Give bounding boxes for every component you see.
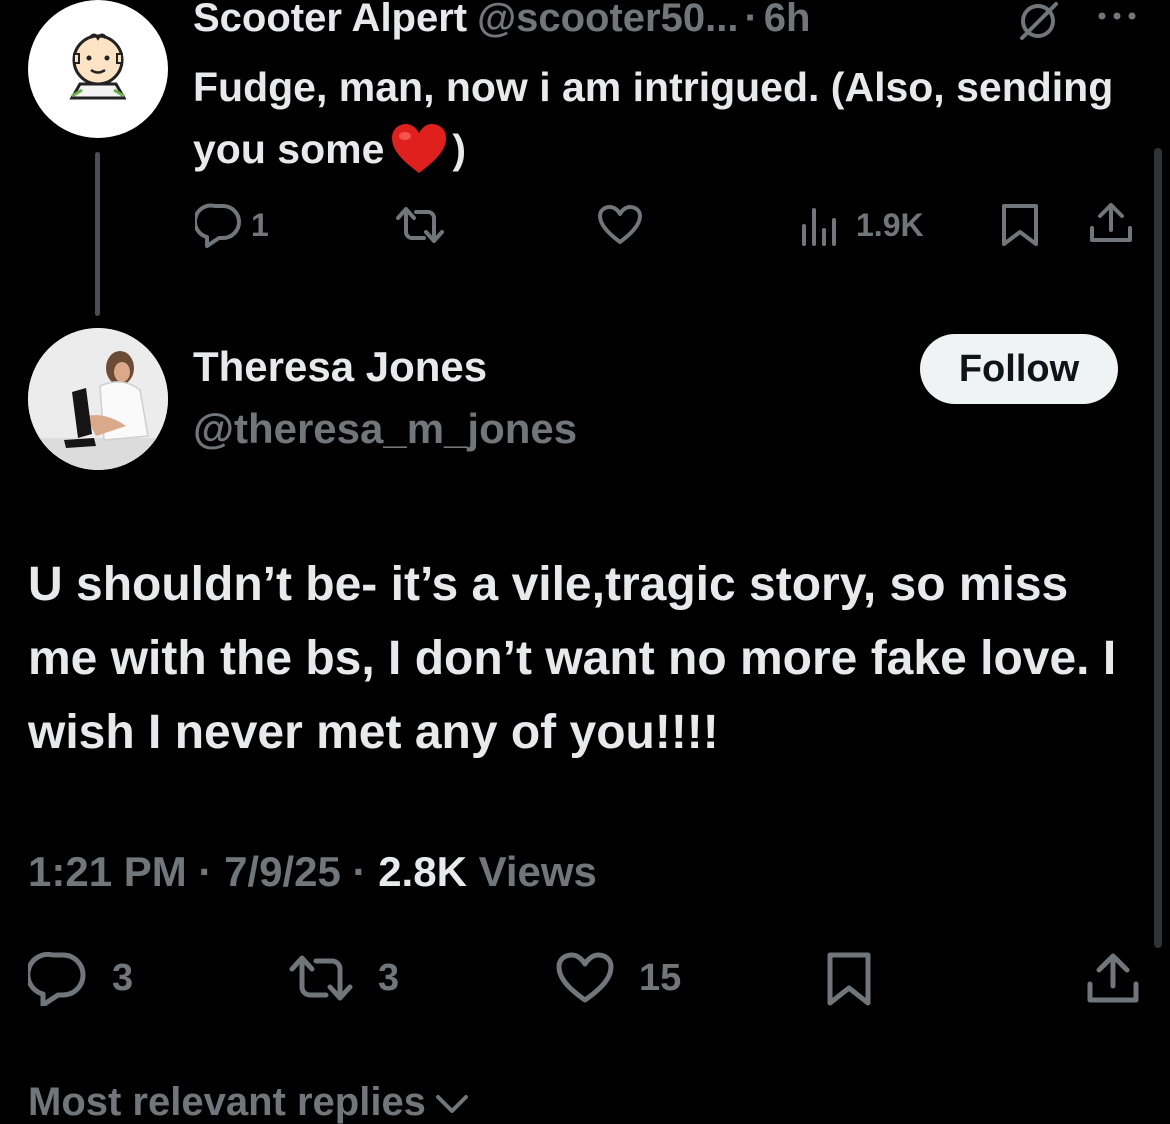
replies-sort-dropdown[interactable]: Most relevant replies (28, 1080, 472, 1124)
tweet-date[interactable]: 7/9/25 (224, 848, 341, 895)
like-icon (556, 952, 614, 1003)
author-name[interactable]: Scooter Alpert (193, 0, 467, 41)
reply-icon (28, 951, 86, 1006)
tweet-time[interactable]: 1:21 PM (28, 848, 187, 895)
parent-tweet-actions: 1 1.9K (0, 196, 1170, 256)
author-handle[interactable]: @theresa_m_jones (193, 405, 577, 453)
tweet-text-part: ) (452, 126, 467, 172)
bookmark-button[interactable] (825, 950, 873, 1008)
repost-count: 3 (378, 956, 400, 999)
reply-button[interactable]: 1 (195, 202, 269, 248)
separator-dot: · (198, 848, 213, 895)
separator-dot: · (744, 0, 758, 40)
reply-count: 1 (251, 206, 269, 243)
main-tweet-actions: 3 3 15 (0, 944, 1170, 1014)
views-label: Views (478, 848, 597, 895)
repost-button[interactable] (392, 204, 448, 246)
views-icon (802, 208, 836, 246)
author-name[interactable]: Theresa Jones (193, 343, 487, 391)
views-button[interactable]: 1.9K (800, 204, 924, 246)
repost-button[interactable]: 3 (286, 952, 399, 1004)
share-icon (1087, 953, 1139, 1003)
share-button[interactable] (1088, 200, 1134, 246)
repost-icon (289, 955, 353, 1001)
chevron-down-icon (435, 1094, 468, 1113)
like-icon (598, 205, 642, 244)
like-count: 15 (639, 956, 682, 999)
reply-button[interactable]: 3 (28, 950, 133, 1006)
scrollbar[interactable] (1154, 148, 1162, 948)
separator-dot: · (352, 848, 367, 895)
parent-tweet-header: Scooter Alpert @scooter50... · 6h (193, 0, 810, 42)
views-count[interactable]: 2.8K (378, 848, 467, 895)
like-button[interactable] (597, 204, 643, 246)
follow-button[interactable]: Follow (920, 334, 1118, 404)
share-button[interactable] (1085, 950, 1141, 1006)
cartoon-baby-avatar-icon (69, 33, 127, 100)
reply-count: 3 (112, 956, 134, 999)
parent-tweet-text: Fudge, man, now i am intrigued. (Also, s… (193, 56, 1123, 180)
tweet-metadata: 1:21 PM · 7/9/25 · 2.8K Views (28, 848, 597, 896)
replies-sort-label: Most relevant replies (28, 1080, 426, 1124)
red-heart-emoji-icon (392, 124, 447, 173)
grok-icon[interactable] (1014, 0, 1062, 42)
views-count: 1.9K (856, 206, 924, 243)
main-tweet-text: U shouldn’t be- it’s a vile,tragic story… (28, 558, 1117, 759)
repost-icon (396, 207, 444, 243)
tweet-text-part: Fudge, man, now i am intrigued. (Also, s… (193, 64, 1114, 172)
bookmark-button[interactable] (1000, 202, 1040, 248)
theresa-avatar[interactable] (28, 328, 168, 470)
like-button[interactable]: 15 (555, 952, 681, 1004)
profile-photo-icon (28, 328, 168, 470)
bookmark-icon (827, 952, 871, 1006)
tweet-thread-page: Scooter Alpert @scooter50... · 6h Fudge,… (0, 0, 1170, 1124)
author-handle[interactable]: @scooter50... (477, 0, 738, 41)
share-icon (1090, 203, 1132, 242)
bookmark-icon (1002, 204, 1038, 246)
tweet-time[interactable]: 6h (764, 0, 811, 41)
scooter-avatar[interactable] (28, 0, 168, 138)
reply-icon (195, 203, 241, 248)
more-icon[interactable] (1094, 6, 1140, 26)
